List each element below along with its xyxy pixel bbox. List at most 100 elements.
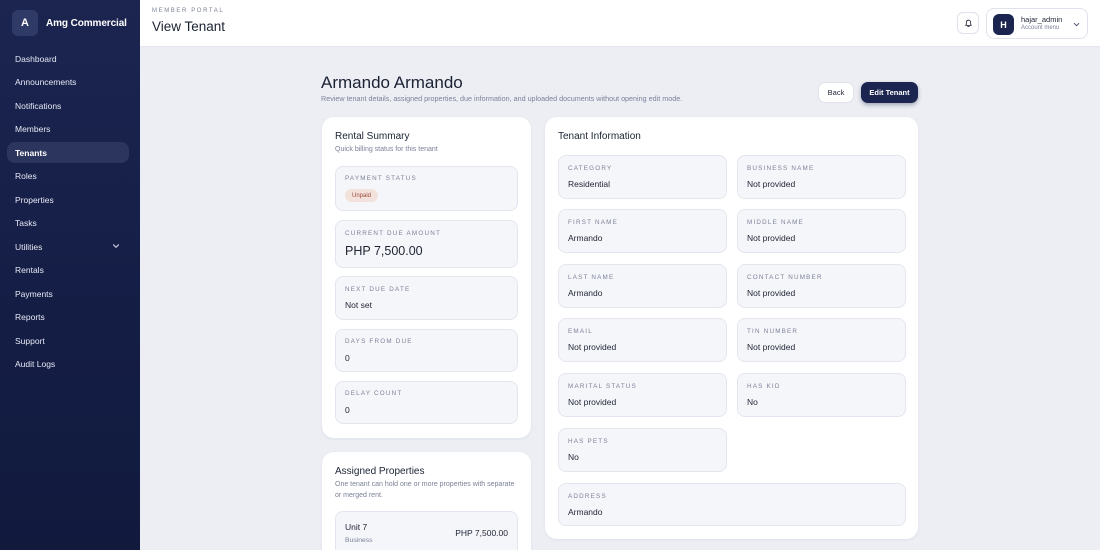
field-value: No (747, 397, 758, 407)
sidebar-nav: Dashboard Announcements Notifications Me… (7, 48, 129, 377)
account-username: hajar_admin (1021, 15, 1063, 24)
avatar: H (993, 14, 1014, 35)
field-label: EMAIL (568, 328, 593, 335)
field-label: HAS KID (747, 383, 781, 390)
sidebar: A Amg Commercial Dashboard Announcements… (0, 0, 140, 550)
back-button[interactable]: Back (818, 82, 854, 103)
card-subtitle: One tenant can hold one or more properti… (335, 481, 515, 499)
sidebar-item-tasks[interactable]: Tasks (7, 213, 129, 234)
info-field-last-name: LAST NAME Armando (558, 264, 727, 308)
field-value: No (568, 452, 579, 462)
field-value: Armando (568, 507, 603, 517)
sidebar-item-label: Properties (15, 194, 54, 205)
brand-name: Amg Commercial (46, 17, 127, 29)
card-title: Rental Summary (335, 131, 410, 142)
chevron-down-icon (1073, 22, 1080, 27)
info-field-business-name: BUSINESS NAME Not provided (737, 155, 906, 199)
brand-logo: A (12, 10, 38, 36)
field-label: DAYS FROM DUE (345, 338, 413, 345)
sidebar-item-label: Members (15, 124, 51, 134)
info-field-has-pets: HAS PETS No (558, 428, 727, 472)
sidebar-item-dashboard[interactable]: Dashboard (7, 48, 129, 69)
info-field-first-name: FIRST NAME Armando (558, 209, 727, 253)
sidebar-item-announcements[interactable]: Announcements (7, 72, 129, 93)
field-value: Not provided (747, 179, 796, 189)
sidebar-item-utilities[interactable]: Utilities (7, 236, 129, 257)
sidebar-item-label: Notifications (15, 100, 62, 111)
sidebar-item-label: Rentals (15, 265, 44, 275)
sidebar-item-label: Support (15, 335, 45, 346)
sidebar-item-members[interactable]: Members (7, 119, 129, 140)
sidebar-item-label: Payments (15, 288, 53, 299)
sidebar-item-label: Dashboard (15, 53, 57, 64)
sidebar-item-payments[interactable]: Payments (7, 283, 129, 304)
field-label: MIDDLE NAME (747, 219, 804, 226)
sidebar-item-label: Tasks (15, 218, 37, 228)
sidebar-item-roles[interactable]: Roles (7, 166, 129, 187)
field-value: Not set (345, 300, 372, 310)
sidebar-item-label: Announcements (15, 77, 77, 87)
field-label: CONTACT NUMBER (747, 274, 823, 281)
info-field-contact-number: CONTACT NUMBER Not provided (737, 264, 906, 308)
sidebar-item-rentals[interactable]: Rentals (7, 260, 129, 281)
page-subtitle: Review tenant details, assigned properti… (321, 94, 683, 103)
info-field-tin-number: TIN NUMBER Not provided (737, 318, 906, 362)
field-label: NEXT DUE DATE (345, 286, 411, 293)
sidebar-item-audit-logs[interactable]: Audit Logs (7, 354, 129, 375)
card-subtitle: Quick billing status for this tenant (335, 146, 438, 153)
sidebar-item-label: Utilities (15, 241, 43, 252)
field-value: 0 (345, 405, 350, 415)
info-field-has-kid: HAS KID No (737, 373, 906, 417)
field-value: PHP 7,500.00 (345, 244, 423, 258)
field-label: LAST NAME (568, 274, 615, 281)
property-item[interactable]: Unit 7 Business PHP 7,500.00 (335, 511, 518, 550)
tenant-information-card: Tenant Information CATEGORY Residential … (545, 117, 918, 539)
sidebar-item-tenants[interactable]: Tenants (7, 142, 129, 163)
sidebar-item-label: Reports (15, 312, 45, 322)
sidebar-item-reports[interactable]: Reports (7, 307, 129, 328)
top-header: MEMBER PORTAL View Tenant H hajar_admin … (140, 0, 1100, 47)
field-label: PAYMENT STATUS (345, 175, 417, 182)
chevron-down-icon (112, 244, 120, 248)
field-value: Armando (568, 288, 603, 298)
sidebar-item-properties[interactable]: Properties (7, 189, 129, 210)
sidebar-item-notifications[interactable]: Notifications (7, 95, 129, 116)
account-menu[interactable]: H hajar_admin Account menu (986, 8, 1088, 39)
field-label: DELAY COUNT (345, 390, 403, 397)
current-due-box: CURRENT DUE AMOUNT PHP 7,500.00 (335, 220, 518, 268)
delay-count-box: DELAY COUNT 0 (335, 381, 518, 424)
portal-label: MEMBER PORTAL (152, 8, 225, 14)
field-label: BUSINESS NAME (747, 165, 815, 172)
sidebar-item-label: Tenants (15, 147, 47, 158)
field-value: 0 (345, 353, 350, 363)
sidebar-item-label: Roles (15, 171, 37, 181)
field-value: Residential (568, 179, 611, 189)
property-type: Business (345, 537, 373, 544)
info-field-category: CATEGORY Residential (558, 155, 727, 199)
field-label: CATEGORY (568, 165, 613, 172)
field-label: TIN NUMBER (747, 328, 799, 335)
sidebar-item-label: Audit Logs (15, 359, 56, 369)
field-value: Not provided (568, 397, 617, 407)
days-from-due-box: DAYS FROM DUE 0 (335, 329, 518, 372)
field-label: CURRENT DUE AMOUNT (345, 230, 442, 237)
sidebar-item-support[interactable]: Support (7, 330, 129, 351)
field-value: Armando (568, 233, 603, 243)
tenant-name-title: Armando Armando (321, 73, 463, 92)
field-value: Not provided (747, 288, 796, 298)
info-field-email: EMAIL Not provided (558, 318, 727, 362)
bell-icon (964, 19, 972, 27)
field-label: FIRST NAME (568, 219, 619, 226)
property-name: Unit 7 (345, 522, 368, 532)
info-field-marital-status: MARITAL STATUS Not provided (558, 373, 727, 417)
edit-tenant-button[interactable]: Edit Tenant (861, 82, 918, 103)
brand[interactable]: A Amg Commercial (12, 10, 127, 36)
notifications-button[interactable] (957, 12, 979, 34)
field-value: Not provided (568, 342, 617, 352)
field-label: ADDRESS (568, 493, 607, 500)
property-amount: PHP 7,500.00 (455, 528, 508, 538)
field-label: MARITAL STATUS (568, 383, 638, 390)
page-heading: View Tenant (152, 19, 226, 34)
account-menu-label: Account menu (1021, 25, 1060, 31)
card-title: Assigned Properties (335, 466, 425, 477)
